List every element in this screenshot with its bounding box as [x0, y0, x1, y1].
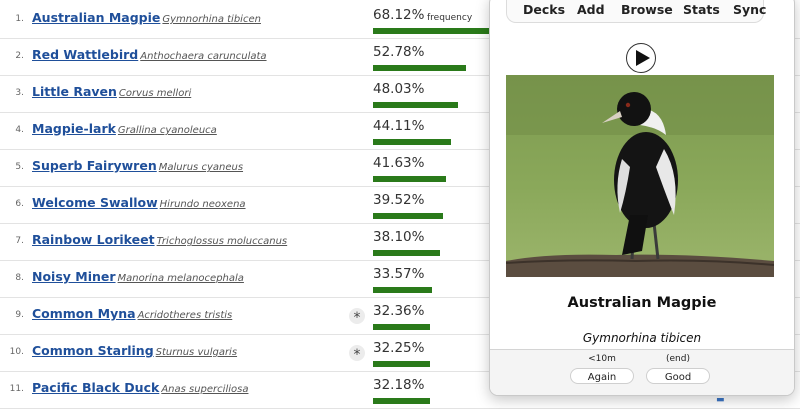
scientific-name-link[interactable]: Acridotheres tristis [138, 310, 233, 321]
rank-number: 1. [15, 14, 24, 24]
bird-name: Rainbow Lorikeet Trichoglossus moluccanus [32, 232, 287, 247]
frequency-bar [373, 176, 493, 182]
frequency-percent: 32.25% [373, 340, 425, 356]
review-window: Decks Add Browse Stats Sync Australian M… [489, 0, 795, 396]
again-button[interactable]: Again [570, 368, 634, 384]
browse-button[interactable]: Browse [621, 2, 673, 17]
frequency-bar [373, 250, 493, 256]
rank-number: 10. [9, 347, 24, 357]
frequency-percent: 39.52% [373, 192, 425, 208]
partial-icon: ▬ [716, 395, 725, 405]
rank-number: 8. [15, 273, 24, 283]
frequency-bar [373, 65, 493, 71]
scientific-name-link[interactable]: Anthochaera carunculata [140, 51, 266, 62]
rank-number: 7. [15, 236, 24, 246]
frequency-percent: 52.78% [373, 44, 425, 60]
common-name-link[interactable]: Welcome Swallow [32, 195, 158, 210]
frequency-bar [373, 213, 493, 219]
rank-number: 11. [9, 384, 24, 394]
answer-bar: <10m Again (end) Good [490, 349, 794, 395]
common-name-link[interactable]: Magpie-lark [32, 121, 116, 136]
frequency-percent: 41.63% [373, 155, 425, 171]
bird-photo [506, 75, 774, 277]
decks-button[interactable]: Decks [523, 2, 565, 17]
bird-name: Little Raven Corvus mellori [32, 84, 191, 99]
star-marker: * [349, 345, 365, 363]
frequency-bar-fill [373, 250, 440, 256]
scientific-name-link[interactable]: Corvus mellori [119, 88, 191, 99]
frequency-percent: 32.18% [373, 377, 425, 393]
scientific-name-link[interactable]: Gymnorhina tibicen [162, 14, 261, 25]
common-name-link[interactable]: Australian Magpie [32, 10, 160, 25]
frequency-bar [373, 287, 493, 293]
scientific-name-link[interactable]: Sturnus vulgaris [156, 347, 237, 358]
frequency-bar-fill [373, 361, 430, 367]
frequency-bar [373, 102, 493, 108]
scientific-name-link[interactable]: Manorina melanocephala [118, 273, 244, 284]
bird-name: Common Starling Sturnus vulgaris [32, 343, 237, 358]
rank-number: 2. [15, 51, 24, 61]
frequency-bar [373, 28, 493, 34]
main-toolbar: Decks Add Browse Stats Sync [506, 0, 766, 23]
again-interval: <10m [588, 354, 616, 364]
frequency-bar-fill [373, 398, 430, 404]
bird-name: Welcome Swallow Hirundo neoxena [32, 195, 246, 210]
common-name-link[interactable]: Pacific Black Duck [32, 380, 159, 395]
frequency-bar-fill [373, 102, 458, 108]
good-interval: (end) [666, 354, 690, 364]
common-name-link[interactable]: Common Myna [32, 306, 136, 321]
frequency-bar [373, 398, 493, 404]
scientific-name-link[interactable]: Grallina cyanoleuca [118, 125, 217, 136]
common-name-link[interactable]: Rainbow Lorikeet [32, 232, 155, 247]
sync-button[interactable]: Sync [733, 2, 766, 17]
good-button[interactable]: Good [646, 368, 710, 384]
frequency-bar-fill [373, 287, 432, 293]
scientific-name-link[interactable]: Malurus cyaneus [159, 162, 243, 173]
frequency-bar [373, 361, 493, 367]
scientific-name-link[interactable]: Trichoglossus moluccanus [157, 236, 288, 247]
common-name-link[interactable]: Little Raven [32, 84, 117, 99]
frequency-bar-fill [373, 176, 446, 182]
bird-name: Common Myna Acridotheres tristis [32, 306, 232, 321]
frequency-bar-fill [373, 65, 466, 71]
bird-name: Red Wattlebird Anthochaera carunculata [32, 47, 267, 62]
frequency-bar-fill [373, 139, 451, 145]
bird-name: Superb Fairywren Malurus cyaneus [32, 158, 243, 173]
bird-name: Australian Magpie Gymnorhina tibicen [32, 10, 261, 25]
rank-number: 3. [15, 88, 24, 98]
card-title: Australian Magpie [567, 295, 717, 311]
scientific-name-link[interactable]: Hirundo neoxena [160, 199, 246, 210]
play-audio-button[interactable] [626, 43, 656, 73]
bird-name: Pacific Black Duck Anas superciliosa [32, 380, 248, 395]
frequency-bar-fill [373, 28, 493, 34]
frequency-bar [373, 139, 493, 145]
frequency-percent: 68.12% [373, 7, 425, 23]
common-name-link[interactable]: Superb Fairywren [32, 158, 157, 173]
common-name-link[interactable]: Common Starling [32, 343, 154, 358]
frequency-label: frequency [427, 13, 473, 23]
frequency-bar-fill [373, 324, 430, 330]
scientific-name-link[interactable]: Anas superciliosa [161, 384, 248, 395]
frequency-bar-fill [373, 213, 443, 219]
common-name-link[interactable]: Noisy Miner [32, 269, 116, 284]
bird-name: Magpie-lark Grallina cyanoleuca [32, 121, 217, 136]
frequency-percent: 44.11% [373, 118, 425, 134]
star-marker: * [349, 308, 365, 326]
add-button[interactable]: Add [577, 2, 605, 17]
rank-number: 4. [15, 125, 24, 135]
frequency-bar [373, 324, 493, 330]
common-name-link[interactable]: Red Wattlebird [32, 47, 138, 62]
rank-number: 5. [15, 162, 24, 172]
frequency-percent: 48.03% [373, 81, 425, 97]
play-icon [636, 50, 650, 66]
frequency-percent: 38.10% [373, 229, 425, 245]
frequency-percent: 32.36% [373, 303, 425, 319]
rank-number: 6. [15, 199, 24, 209]
bird-name: Noisy Miner Manorina melanocephala [32, 269, 244, 284]
frequency-percent: 33.57% [373, 266, 425, 282]
stats-button[interactable]: Stats [683, 2, 720, 17]
card-scientific-name: Gymnorhina tibicen [582, 331, 702, 345]
rank-number: 9. [15, 310, 24, 320]
